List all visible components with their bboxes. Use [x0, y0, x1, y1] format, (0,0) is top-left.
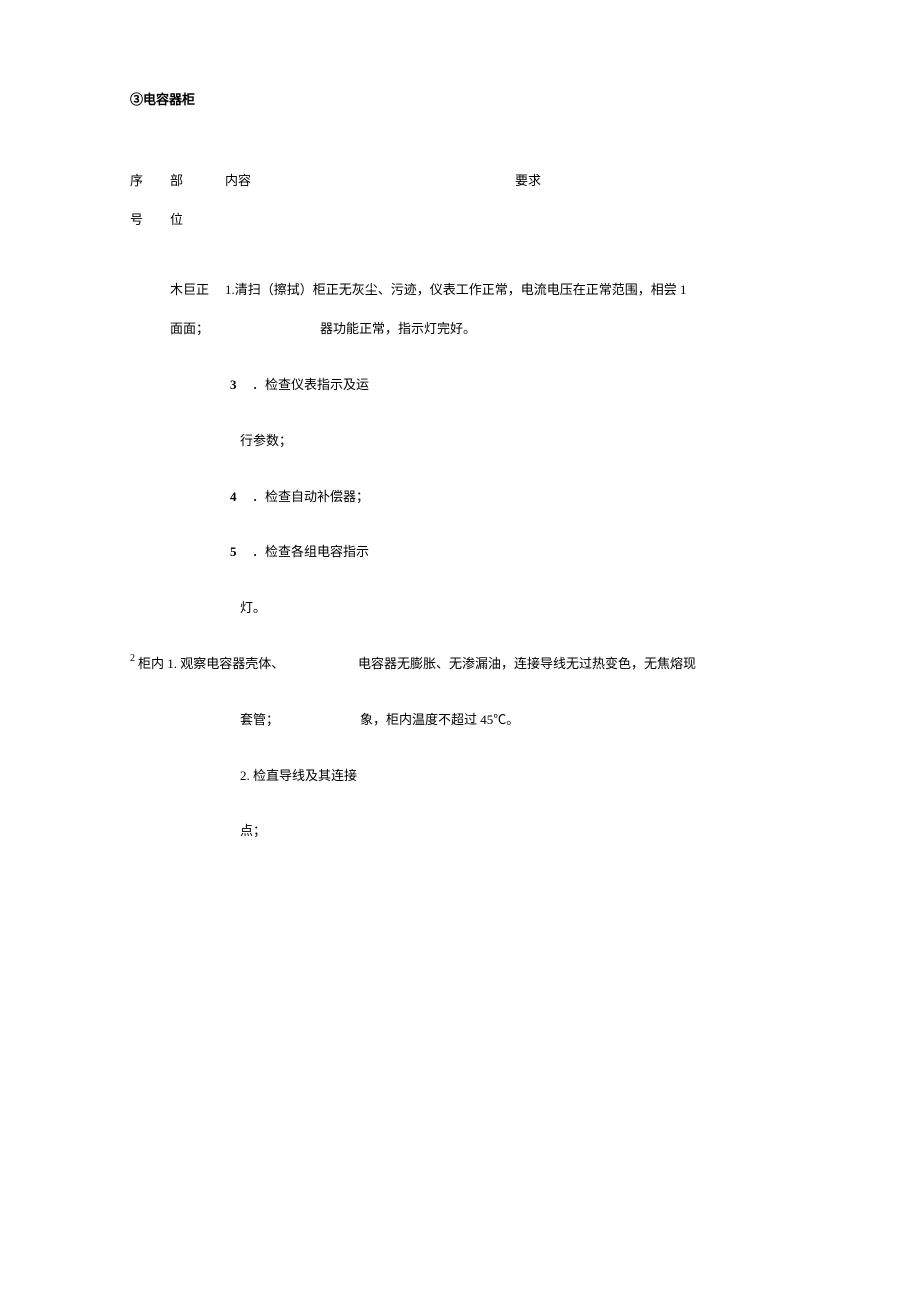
row-2-line-2: 套管； 象，柜内温度不超过 45℃。	[130, 710, 790, 731]
item3-number: 3	[230, 375, 252, 396]
row-1-line-2: 面面； 器功能正常，指示灯完好。	[130, 319, 790, 340]
row2-seq-sup: 2	[130, 651, 138, 672]
item5-text: ．检查各组电容指示	[252, 544, 369, 559]
row1-buwei-b: 面面；	[130, 319, 320, 340]
row-2-line-4: 点；	[130, 821, 790, 842]
row1-requirement-b: 器功能正常，指示灯完好。	[320, 319, 790, 340]
row-2-line-3: 2. 检直导线及其连接	[130, 766, 790, 787]
section-title: ③电容器柜	[130, 90, 790, 111]
row1-item-5: 5．检查各组电容指示	[130, 542, 790, 563]
item5-number: 5	[230, 542, 252, 563]
row1-buwei-a: 木巨正	[130, 280, 225, 301]
header-neirong: 内容	[225, 171, 515, 192]
row2-line2-right: 象，柜内温度不超过 45℃。	[360, 710, 790, 731]
row1-item-3-cont: 行参数；	[130, 431, 790, 452]
table-header-row-2: 号 位	[130, 210, 790, 231]
row1-prefix: 1.	[225, 282, 235, 297]
item4-text: ．检查自动补偿器；	[252, 489, 369, 504]
row-2-line-1: 2 柜内 1. 观察电容器壳体、 电容器无膨胀、无渗漏油，连接导线无过热变色，无…	[130, 654, 790, 675]
header-yaoqiu: 要求	[515, 171, 790, 192]
document-page: ③电容器柜 序 部 内容 要求 号 位 木巨正 1.清扫（擦拭）柜正无灰尘、污迹…	[0, 0, 920, 902]
row1-text-a: 清扫（擦拭）柜正无灰尘、污迹，仪表工作正常，电流电压在正常范围，相尝 1	[235, 282, 687, 297]
row1-item-4: 4．检查自动补偿器；	[130, 487, 790, 508]
item4-number: 4	[230, 487, 252, 508]
row1-item-3: 3．检查仪表指示及运	[130, 375, 790, 396]
header-wei: 位	[170, 210, 225, 231]
header-hao: 号	[130, 210, 170, 231]
row-1-line-1: 木巨正 1.清扫（擦拭）柜正无灰尘、污迹，仪表工作正常，电流电压在正常范围，相尝…	[130, 280, 790, 301]
row2-line1-left: 柜内 1. 观察电容器壳体、	[138, 654, 358, 675]
item3-text: ．检查仪表指示及运	[252, 377, 369, 392]
header-bu: 部	[170, 171, 225, 192]
table-header-row-1: 序 部 内容 要求	[130, 171, 790, 192]
row1-content-a: 1.清扫（擦拭）柜正无灰尘、污迹，仪表工作正常，电流电压在正常范围，相尝 1	[225, 280, 790, 301]
row2-line1-right: 电容器无膨胀、无渗漏油，连接导线无过热变色，无焦熔现	[358, 654, 790, 675]
row1-item-5-cont: 灯。	[130, 598, 790, 619]
row2-line2-left: 套管；	[130, 710, 360, 731]
header-xu: 序	[130, 171, 170, 192]
